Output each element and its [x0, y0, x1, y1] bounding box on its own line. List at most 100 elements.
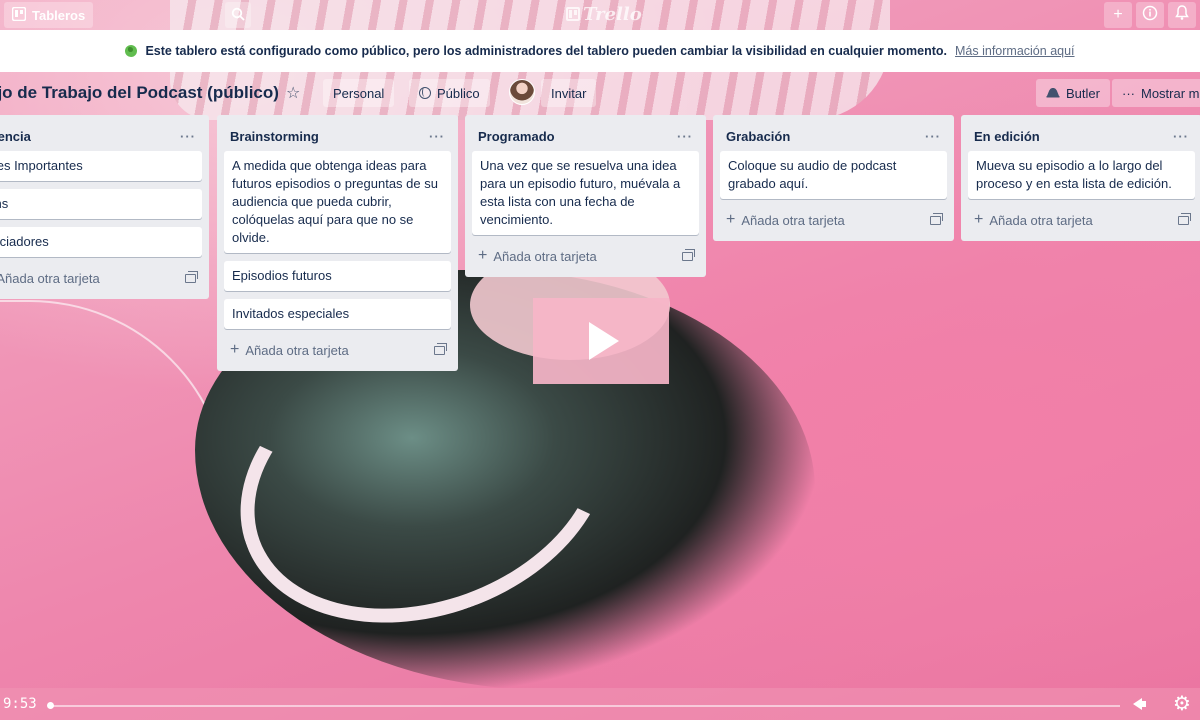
avatar[interactable] [509, 79, 535, 105]
team-label: Personal [333, 85, 385, 101]
list-header[interactable]: En edición ··· [968, 121, 1195, 151]
list-title[interactable]: ferencia [0, 129, 31, 144]
list-header[interactable]: ferencia ··· [0, 121, 202, 151]
card-title: Episodios futuros [232, 268, 332, 283]
add-card-label: Añada otra tarjeta [0, 270, 100, 286]
add-card-label: Añada otra tarjeta [989, 212, 1093, 228]
banner-more-info-link[interactable]: Más información aquí [955, 44, 1075, 58]
list-menu-icon[interactable]: ··· [429, 129, 445, 144]
card[interactable]: Coloque su audio de podcast grabado aquí… [720, 151, 947, 199]
card-title: Invitados especiales [232, 306, 350, 321]
list-title[interactable]: Grabación [726, 129, 790, 144]
star-icon[interactable]: ☆ [286, 83, 300, 103]
list-menu-icon[interactable]: ··· [1173, 129, 1189, 144]
search-icon [231, 7, 245, 24]
card[interactable]: Invitados especiales [224, 299, 451, 329]
add-card-row: + Añada otra tarjeta [720, 207, 947, 233]
top-nav-bar: Tableros Trello + [0, 0, 1200, 30]
butler-button[interactable]: Butler [1036, 79, 1110, 107]
card[interactable]: Episodios futuros [224, 261, 451, 291]
list-menu-icon[interactable]: ··· [925, 129, 941, 144]
plus-icon: + [974, 211, 984, 228]
list-title[interactable]: Programado [478, 129, 555, 144]
add-card-row: + Añada otra tarjeta [968, 207, 1195, 233]
list-header[interactable]: Brainstorming ··· [224, 121, 451, 151]
show-menu-label: Mostrar me [1141, 85, 1200, 101]
add-card-button[interactable]: + Añada otra tarjeta [726, 212, 845, 228]
list-title[interactable]: En edición [974, 129, 1040, 144]
list-menu-icon[interactable]: ··· [677, 129, 693, 144]
card[interactable]: Mueva su episodio a lo largo del proceso… [968, 151, 1195, 199]
trello-logo-text: Trello [583, 3, 642, 25]
invite-label: Invitar [551, 85, 587, 101]
list-menu-icon[interactable]: ··· [180, 129, 196, 144]
boards-button[interactable]: Tableros [4, 2, 94, 28]
card[interactable]: aces Importantes [0, 151, 202, 181]
search-button[interactable] [225, 2, 251, 28]
add-card-button[interactable]: + Añada otra tarjeta [0, 270, 100, 286]
show-menu-button[interactable]: ··· Mostrar me [1112, 79, 1200, 107]
progress-handle[interactable] [47, 702, 55, 709]
add-card-label: Añada otra tarjeta [245, 342, 349, 358]
add-card-row: + Añada otra tarjeta [0, 265, 202, 291]
bell-icon [1175, 4, 1189, 26]
list-en-edicion: En edición ··· Mueva su episodio a lo la… [961, 115, 1200, 241]
card-title: A medida que obtenga ideas para futuros … [232, 158, 438, 245]
public-board-banner: Este tablero está configurado como públi… [0, 30, 1200, 72]
play-icon [589, 322, 619, 360]
plus-icon: + [726, 211, 736, 228]
list-header[interactable]: Programado ··· [472, 121, 699, 151]
progress-bar[interactable] [48, 705, 1120, 707]
butler-label: Butler [1066, 85, 1100, 101]
boards-icon [11, 6, 27, 24]
card-title: t-Ins [0, 196, 9, 211]
add-card-button[interactable]: + Añada otra tarjeta [478, 248, 597, 264]
list-brainstorming: Brainstorming ··· A medida que obtenga i… [217, 115, 458, 371]
info-icon [1142, 5, 1158, 26]
card[interactable]: A medida que obtenga ideas para futuros … [224, 151, 451, 253]
board-title[interactable]: ajo de Trabajo del Podcast (público) [0, 83, 279, 103]
card-title: Coloque su audio de podcast grabado aquí… [728, 158, 897, 191]
invite-button[interactable]: Invitar [541, 79, 597, 107]
info-button[interactable] [1136, 2, 1164, 28]
card[interactable]: t-Ins [0, 189, 202, 219]
create-button[interactable]: + [1104, 2, 1132, 28]
globe-icon [125, 45, 138, 57]
butler-icon [1046, 86, 1060, 101]
list-title[interactable]: Brainstorming [230, 129, 319, 144]
card-template-icon[interactable] [930, 212, 943, 225]
card[interactable]: Una vez que se resuelva una idea para un… [472, 151, 699, 235]
more-icon: ··· [1122, 85, 1135, 101]
add-card-row: + Añada otra tarjeta [472, 243, 699, 269]
trello-logo[interactable]: Trello [566, 3, 642, 25]
board-header: ajo de Trabajo del Podcast (público) ☆ P… [0, 78, 1200, 108]
time-remaining: 9:53 [3, 696, 37, 712]
notifications-button[interactable] [1168, 2, 1196, 28]
add-card-button[interactable]: + Añada otra tarjeta [974, 212, 1093, 228]
trello-logo-icon [566, 7, 580, 21]
top-right-actions: + [1104, 2, 1196, 28]
list-header[interactable]: Grabación ··· [720, 121, 947, 151]
play-button[interactable] [533, 298, 669, 384]
card-template-icon[interactable] [434, 342, 447, 355]
add-card-row: + Añada otra tarjeta [224, 337, 451, 363]
card-title: spiciadores [0, 234, 49, 249]
plus-icon: + [1113, 6, 1123, 23]
boards-label: Tableros [32, 7, 86, 23]
visibility-button[interactable]: Público [409, 79, 490, 107]
banner-text: Este tablero está configurado como públi… [145, 44, 948, 58]
add-card-label: Añada otra tarjeta [493, 248, 597, 264]
team-button[interactable]: Personal [323, 79, 395, 107]
plus-icon: + [230, 341, 240, 358]
card-template-icon[interactable] [682, 248, 695, 261]
list-programado: Programado ··· Una vez que se resuelva u… [465, 115, 706, 277]
visibility-label: Público [437, 85, 480, 101]
list-grabacion: Grabación ··· Coloque su audio de podcas… [713, 115, 954, 241]
add-card-button[interactable]: + Añada otra tarjeta [230, 342, 349, 358]
volume-icon[interactable] [1133, 698, 1146, 710]
card-template-icon[interactable] [1178, 212, 1191, 225]
card-template-icon[interactable] [185, 270, 198, 283]
card[interactable]: spiciadores [0, 227, 202, 257]
settings-gear-icon[interactable]: ⚙ [1172, 694, 1192, 714]
card-title: aces Importantes [0, 158, 83, 173]
